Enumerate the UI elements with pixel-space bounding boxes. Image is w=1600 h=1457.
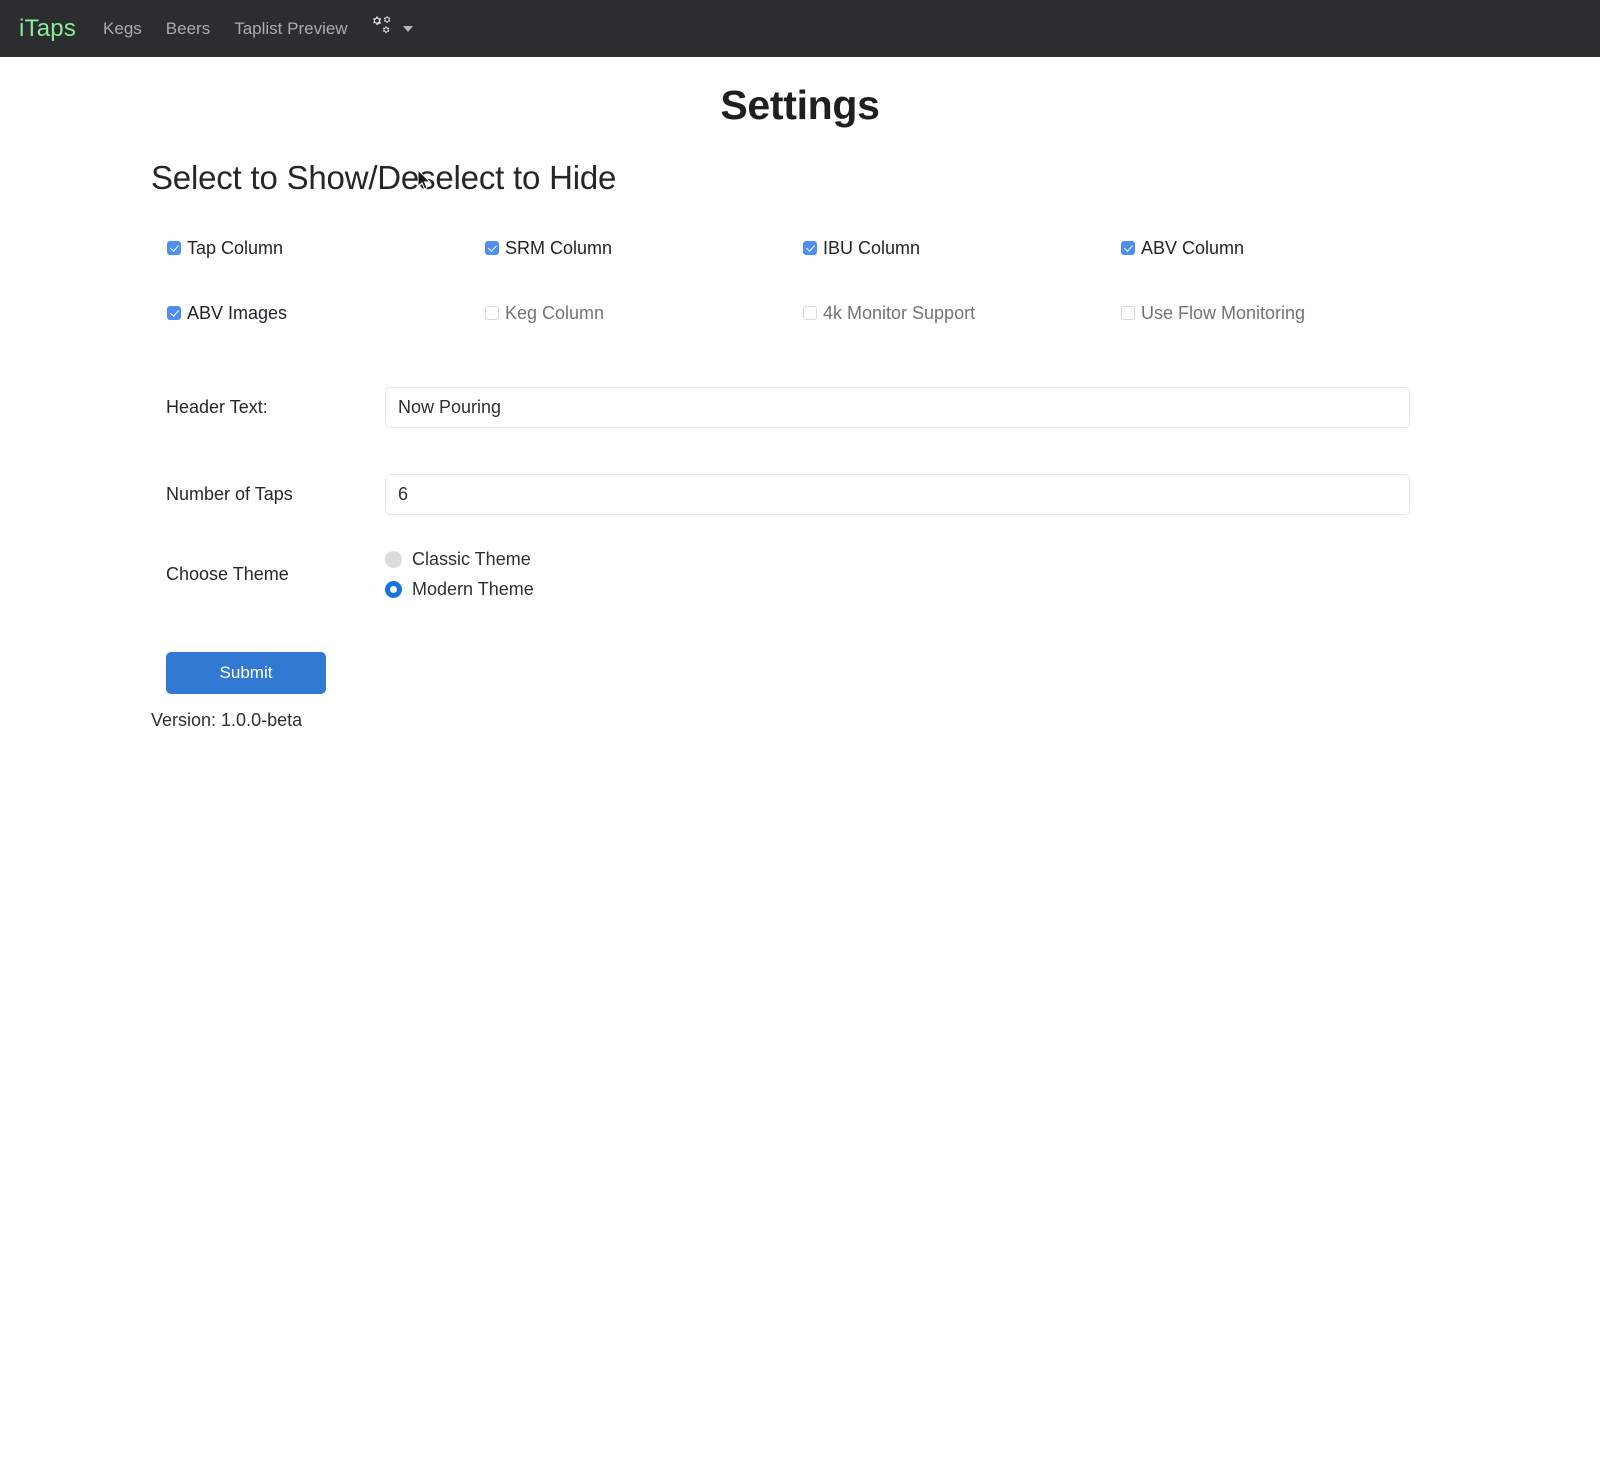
radio-modern-theme[interactable]: Modern Theme [385, 580, 534, 598]
checkbox-tap-column[interactable]: Tap Column [167, 239, 283, 257]
checkbox-abv-images[interactable]: ABV Images [167, 304, 287, 322]
checkbox-checked-icon[interactable] [803, 241, 817, 255]
checkbox-srm-column[interactable]: SRM Column [485, 239, 612, 257]
radio-unselected-icon[interactable] [385, 550, 402, 568]
checkbox-label: Keg Column [505, 303, 605, 323]
nav-link-beers[interactable]: Beers [166, 20, 210, 37]
checkbox-checked-icon[interactable] [485, 241, 499, 255]
header-text-label: Header Text: [166, 397, 268, 417]
theme-radio-group: Classic Theme Modern Theme [385, 550, 534, 598]
section-subtitle: Select to Show/Deselect to Hide [151, 159, 617, 196]
checkbox-label: ABV Column [1141, 238, 1245, 258]
submit-area: Submit [0, 598, 1600, 694]
nav-link-kegs[interactable]: Kegs [103, 20, 142, 37]
settings-form: Header Text: Number of Taps Choose Theme… [0, 322, 1600, 731]
checkbox-checked-icon[interactable] [1121, 241, 1135, 255]
nav-link-taplist-preview[interactable]: Taplist Preview [234, 20, 347, 37]
checkbox-label: SRM Column [505, 238, 613, 258]
checkbox-label: Tap Column [187, 238, 284, 258]
number-of-taps-label: Number of Taps [166, 484, 293, 504]
checkbox-unchecked-icon[interactable] [485, 306, 499, 320]
choose-theme-label: Choose Theme [166, 563, 289, 584]
checkbox-keg-column[interactable]: Keg Column [485, 304, 604, 322]
form-row-choose-theme: Choose Theme Classic Theme Modern Theme [0, 538, 1600, 598]
brand-logo[interactable]: iTaps [19, 16, 76, 41]
display-options-grid: Tap Column SRM Column IBU Column ABV Col… [0, 197, 1600, 322]
settings-menu-button[interactable] [370, 15, 413, 42]
checkbox-label: Use Flow Monitoring [1141, 303, 1306, 323]
page-title: Settings [720, 82, 880, 128]
form-row-header-text: Header Text: [0, 364, 1600, 451]
checkbox-use-flow-monitoring[interactable]: Use Flow Monitoring [1121, 304, 1305, 322]
checkbox-4k-monitor-support[interactable]: 4k Monitor Support [803, 304, 975, 322]
radio-selected-icon[interactable] [385, 580, 402, 598]
header-text-input[interactable] [385, 387, 1410, 428]
chevron-down-icon [402, 25, 413, 32]
submit-button[interactable]: Submit [166, 652, 326, 694]
radio-label: Modern Theme [412, 579, 534, 599]
cogs-icon [370, 15, 396, 42]
form-row-number-of-taps: Number of Taps [0, 451, 1600, 538]
checkbox-label: ABV Images [187, 303, 288, 323]
settings-page: Settings Select to Show/Deselect to Hide… [0, 57, 1600, 731]
radio-classic-theme[interactable]: Classic Theme [385, 550, 531, 568]
radio-label: Classic Theme [412, 549, 531, 569]
checkbox-label: IBU Column [823, 238, 921, 258]
checkbox-unchecked-icon[interactable] [1121, 306, 1135, 320]
checkbox-checked-icon[interactable] [167, 241, 181, 255]
version-text: Version: 1.0.0-beta [151, 710, 303, 730]
checkbox-ibu-column[interactable]: IBU Column [803, 239, 920, 257]
number-of-taps-input[interactable] [385, 474, 1410, 515]
checkbox-checked-icon[interactable] [167, 306, 181, 320]
checkbox-label: 4k Monitor Support [823, 303, 976, 323]
checkbox-abv-column[interactable]: ABV Column [1121, 239, 1244, 257]
navbar: iTaps Kegs Beers Taplist Preview [0, 0, 1600, 57]
checkbox-unchecked-icon[interactable] [803, 306, 817, 320]
